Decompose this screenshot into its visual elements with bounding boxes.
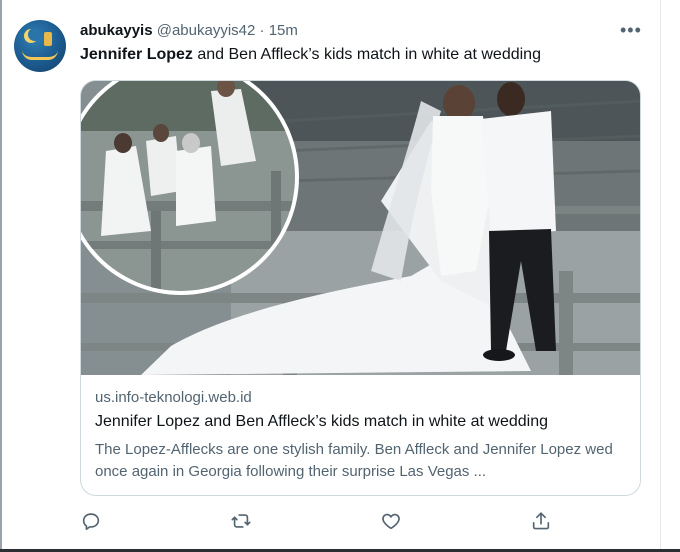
retweet-icon[interactable] xyxy=(230,510,252,532)
card-domain[interactable]: us.info-teknologi.web.id xyxy=(95,389,252,406)
author-handle[interactable]: @abukayyis42 xyxy=(157,22,256,39)
more-icon[interactable]: ••• xyxy=(620,20,642,41)
avatar[interactable] xyxy=(14,20,66,72)
lantern-icon xyxy=(44,32,52,46)
link-card[interactable]: us.info-teknologi.web.id Jennifer Lopez … xyxy=(80,80,641,496)
tweet-header: abukayyis @abukayyis42 · 15m xyxy=(80,22,298,39)
calligraphy-mark xyxy=(22,50,58,60)
window-edge-left xyxy=(0,0,2,552)
tweet-text: Jennifer Lopez and Ben Affleck’s kids ma… xyxy=(80,46,541,64)
share-icon[interactable] xyxy=(530,510,552,532)
tweet-text-bold: Jennifer Lopez xyxy=(80,46,193,63)
action-bar xyxy=(80,510,560,534)
card-description: The Lopez-Afflecks are one stylish famil… xyxy=(95,441,613,480)
timeline-divider xyxy=(660,0,661,552)
tweet-timestamp[interactable]: 15m xyxy=(269,22,298,39)
card-image[interactable] xyxy=(81,81,640,375)
tweet-text-rest: and Ben Affleck’s kids match in white at… xyxy=(192,46,541,63)
reply-icon[interactable] xyxy=(80,510,102,532)
author-name[interactable]: abukayyis xyxy=(80,22,153,39)
crescent-moon-icon xyxy=(24,28,41,43)
wedding-photo xyxy=(81,81,640,375)
card-title[interactable]: Jennifer Lopez and Ben Affleck’s kids ma… xyxy=(95,413,548,431)
separator-dot: · xyxy=(259,22,265,39)
like-icon[interactable] xyxy=(380,510,402,532)
